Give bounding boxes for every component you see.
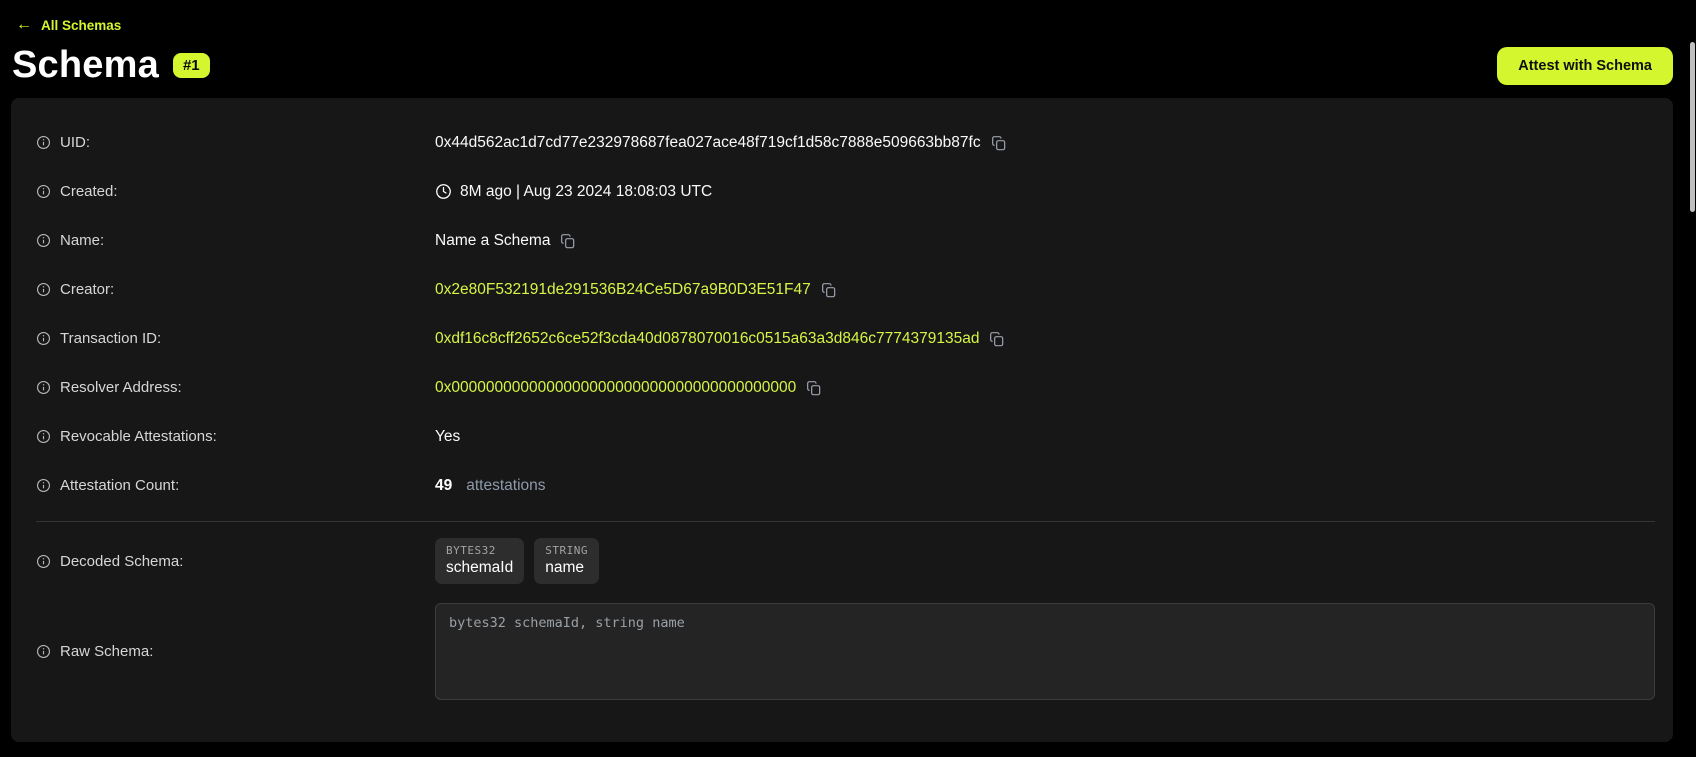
schema-details-card: UID: 0x44d562ac1d7cd77e232978687fea027ac… — [11, 98, 1673, 742]
field-type: BYTES32 — [446, 544, 513, 557]
copy-transaction-id-button[interactable] — [989, 331, 1005, 347]
copy-resolver-button[interactable] — [806, 380, 822, 396]
field-type: STRING — [545, 544, 588, 557]
info-icon — [36, 554, 51, 569]
creator-address-link[interactable]: 0x2e80F532191de291536B24Ce5D67a9B0D3E51F… — [435, 281, 811, 299]
copy-icon — [806, 380, 822, 396]
info-icon — [36, 233, 51, 248]
name-label: Name: — [60, 232, 104, 249]
schema-field-badge: STRING name — [534, 538, 599, 584]
revocable-label: Revocable Attestations: — [60, 428, 217, 445]
resolver-address-link[interactable]: 0x00000000000000000000000000000000000000… — [435, 379, 796, 397]
raw-schema-label: Raw Schema: — [60, 643, 153, 660]
topbar: ← All Schemas — [0, 0, 1696, 34]
back-arrow-icon: ← — [16, 17, 32, 33]
back-to-all-schemas-link[interactable]: ← All Schemas — [16, 17, 121, 33]
uid-label: UID: — [60, 134, 90, 151]
scrollbar-track — [1689, 0, 1696, 757]
copy-icon — [989, 331, 1005, 347]
creator-label: Creator: — [60, 281, 114, 298]
copy-creator-button[interactable] — [821, 282, 837, 298]
field-name: schemaId — [446, 559, 513, 577]
attest-with-schema-button[interactable]: Attest with Schema — [1497, 47, 1673, 85]
info-icon — [36, 644, 51, 659]
info-icon — [36, 282, 51, 297]
back-link-label: All Schemas — [41, 18, 121, 33]
created-row: Created: 8M ago | Aug 23 2024 18:08:03 U… — [36, 167, 1655, 216]
copy-icon — [991, 135, 1007, 151]
uid-value: 0x44d562ac1d7cd77e232978687fea027ace48f7… — [435, 134, 981, 152]
info-icon — [36, 331, 51, 346]
resolver-address-row: Resolver Address: 0x00000000000000000000… — [36, 363, 1655, 412]
info-icon — [36, 184, 51, 199]
attestation-count-label: Attestation Count: — [60, 477, 179, 494]
created-value: 8M ago | Aug 23 2024 18:08:03 UTC — [460, 183, 712, 201]
raw-schema-row: Raw Schema: bytes32 schemaId, string nam… — [36, 600, 1655, 703]
field-name: name — [545, 559, 588, 577]
info-icon — [36, 380, 51, 395]
attestations-link[interactable]: attestations — [466, 477, 545, 495]
schema-number-badge: #1 — [173, 53, 210, 78]
copy-name-button[interactable] — [560, 233, 576, 249]
decoded-schema-row: Decoded Schema: BYTES32 schemaId STRING … — [36, 522, 1655, 600]
transaction-id-label: Transaction ID: — [60, 330, 161, 347]
copy-uid-button[interactable] — [991, 135, 1007, 151]
schema-name-value: Name a Schema — [435, 232, 550, 250]
resolver-address-label: Resolver Address: — [60, 379, 182, 396]
info-icon — [36, 135, 51, 150]
info-icon — [36, 429, 51, 444]
title-row: Schema #1 Attest with Schema — [0, 34, 1696, 87]
name-row: Name: Name a Schema — [36, 216, 1655, 265]
attestation-count-value: 49 — [435, 477, 452, 495]
scrollbar-thumb[interactable] — [1690, 42, 1695, 212]
revocable-row: Revocable Attestations: Yes — [36, 412, 1655, 461]
decoded-schema-label: Decoded Schema: — [60, 553, 183, 570]
revocable-value: Yes — [435, 428, 460, 446]
attestation-count-row: Attestation Count: 49 attestations — [36, 461, 1655, 510]
transaction-id-link[interactable]: 0xdf16c8cff2652c6ce52f3cda40d0878070016c… — [435, 330, 979, 348]
uid-row: UID: 0x44d562ac1d7cd77e232978687fea027ac… — [36, 118, 1655, 167]
info-icon — [36, 478, 51, 493]
creator-row: Creator: 0x2e80F532191de291536B24Ce5D67a… — [36, 265, 1655, 314]
created-label: Created: — [60, 183, 118, 200]
transaction-id-row: Transaction ID: 0xdf16c8cff2652c6ce52f3c… — [36, 314, 1655, 363]
copy-icon — [560, 233, 576, 249]
raw-schema-textarea[interactable]: bytes32 schemaId, string name — [435, 603, 1655, 700]
schema-field-badge: BYTES32 schemaId — [435, 538, 524, 584]
page-title: Schema — [12, 44, 159, 87]
clock-icon — [435, 183, 452, 200]
copy-icon — [821, 282, 837, 298]
